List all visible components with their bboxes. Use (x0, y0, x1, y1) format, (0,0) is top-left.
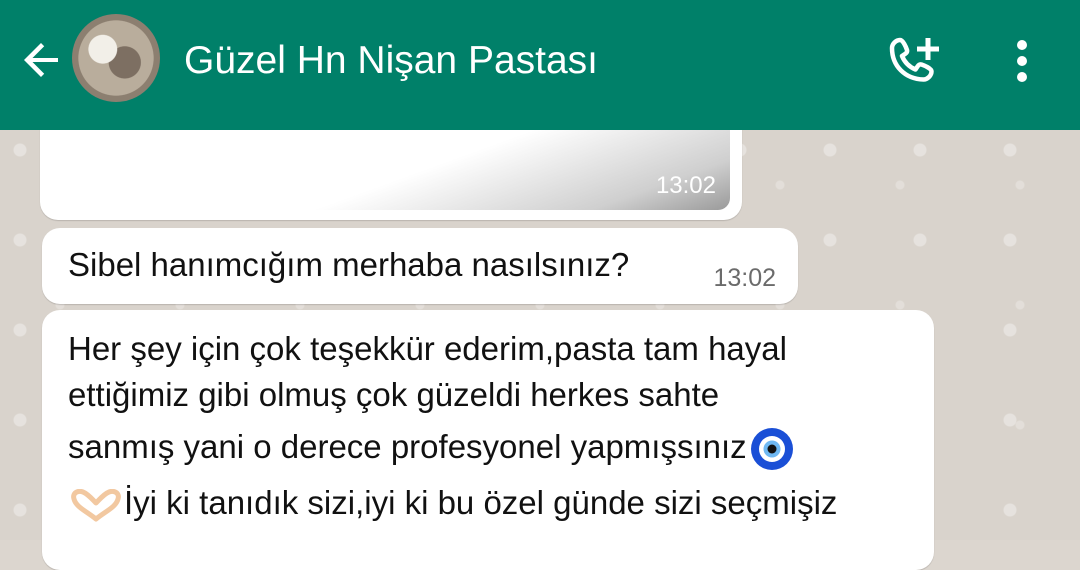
avatar[interactable] (72, 14, 160, 102)
heart-hands-icon (71, 488, 121, 522)
chat-title[interactable]: Güzel Hn Nişan Pastası (184, 36, 598, 86)
image-message-bubble[interactable]: 13:02 (40, 120, 742, 220)
incoming-message-bubble[interactable]: Her şey için çok teşekkür ederim,pasta t… (42, 310, 934, 570)
image-attachment[interactable] (52, 120, 730, 210)
message-line: Her şey için çok teşekkür ederim,pasta t… (68, 330, 787, 367)
chat-header: Güzel Hn Nişan Pastası (0, 0, 1080, 130)
message-line-with-emoji: İyi ki tanıdık sizi,iyi ki bu özel günde… (68, 480, 918, 526)
message-line: İyi ki tanıdık sizi,iyi ki bu özel günde… (124, 484, 838, 522)
message-line: sanmış yani o derece profesyonel yapmışs… (68, 428, 747, 465)
message-time: 13:02 (655, 172, 716, 199)
incoming-message-bubble[interactable]: Sibel hanımcığım merhaba nasılsınız? 13:… (42, 228, 798, 304)
back-arrow-icon[interactable] (18, 36, 66, 84)
more-vertical-icon[interactable] (1008, 38, 1036, 84)
nazar-boncugu-icon (750, 428, 793, 471)
message-time: 13:02 (713, 264, 776, 292)
message-line-with-emoji: sanmış yani o derece profesyonel yapmışs… (68, 424, 918, 472)
add-call-icon[interactable] (888, 34, 944, 88)
message-line: ettiğimiz gibi olmuş çok güzeldi herkes … (68, 376, 720, 413)
message-text: Sibel hanımcığım merhaba nasılsınız? (68, 246, 630, 283)
message-text: Her şey için çok teşekkür ederim,pasta t… (68, 326, 918, 526)
